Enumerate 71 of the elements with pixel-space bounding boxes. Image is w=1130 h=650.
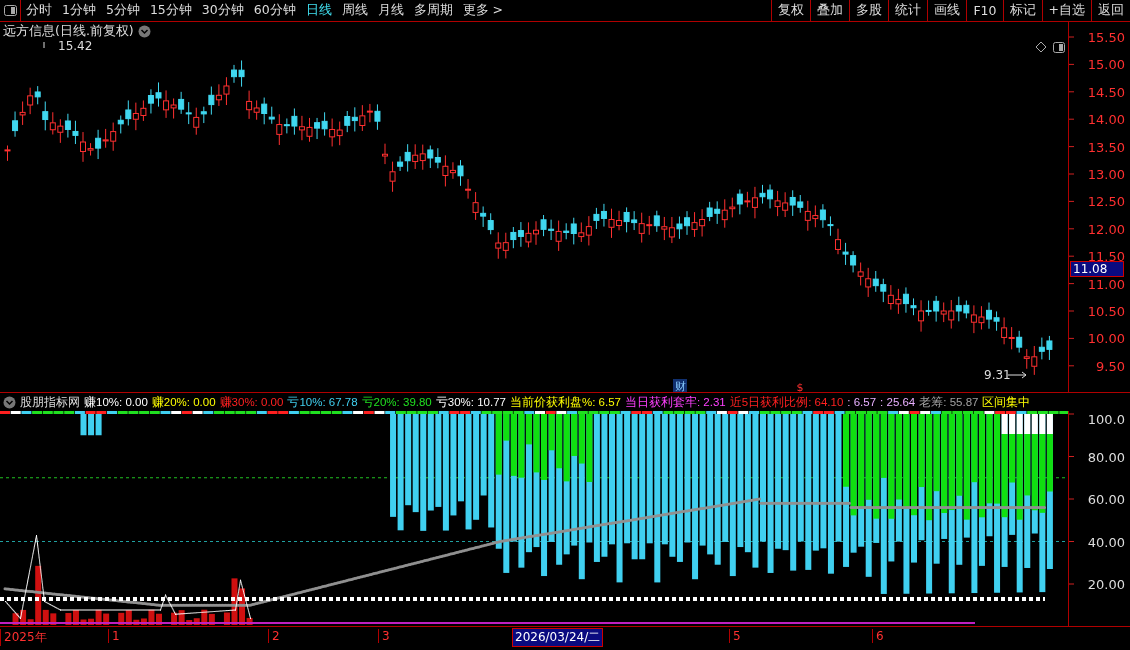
axis-label: 15.00	[1087, 57, 1125, 73]
price-tag: 11.08	[1070, 261, 1124, 277]
indicator-name: 股朋指标网	[20, 394, 80, 410]
toolbar-button[interactable]: 标记	[1002, 0, 1042, 21]
axis-label: 14.00	[1087, 112, 1125, 128]
axis-label: 15.50	[1087, 30, 1125, 45]
toolbar-button[interactable]: F10	[966, 0, 1003, 21]
axis-label: 80.00	[1087, 449, 1125, 465]
indicator-reading: 当日获利套牢: 2.31	[624, 394, 726, 410]
indicator-reading: 亏20%: 39.80	[361, 394, 432, 410]
indicator-reading: : 6.57	[847, 396, 877, 408]
period-tab[interactable]: 周线	[336, 0, 373, 21]
axis-label: 40.00	[1087, 534, 1125, 550]
indicator-reading: 亏10%: 67.78	[287, 394, 358, 410]
axis-label: 9.50	[1096, 358, 1125, 374]
toolbar-button[interactable]: 多股	[849, 0, 889, 21]
date-label: 2025年	[0, 629, 47, 646]
event-marker[interactable]: $	[796, 381, 804, 392]
period-tab[interactable]: 1分钟	[57, 0, 101, 21]
axis-label: 11.00	[1087, 276, 1125, 292]
period-tab[interactable]: 60分钟	[248, 0, 301, 21]
date-label: 6	[872, 629, 884, 643]
indicator-reading: 老筹: 55.87	[919, 394, 979, 410]
axis-label: 100.0	[1087, 412, 1125, 427]
marker-background	[673, 379, 687, 392]
panel-icon[interactable]	[3, 5, 17, 16]
period-tab[interactable]: 30分钟	[196, 0, 249, 21]
cursor-date-label: 2026/03/24/二	[512, 628, 604, 647]
panel-icon[interactable]	[1053, 42, 1065, 53]
low-price-label: 9.31	[984, 368, 1011, 382]
period-tab[interactable]: 更多 >	[457, 0, 509, 21]
date-label: 5	[729, 629, 741, 643]
period-tab[interactable]: 日线	[300, 0, 337, 21]
indicator-reading: 近5日获利比例: 64.10	[729, 394, 844, 410]
period-tab[interactable]: 15分钟	[144, 0, 197, 21]
axis-label: 10.00	[1087, 331, 1125, 347]
indicator-reading: 当前价获利盘%: 6.57	[509, 394, 621, 410]
toolbar-button[interactable]: 画线	[927, 0, 967, 21]
axis-label: 13.50	[1087, 139, 1125, 155]
axis-label: 12.50	[1087, 194, 1125, 210]
finance-marker[interactable]: 财	[674, 380, 686, 392]
chevron-down-icon[interactable]	[3, 395, 16, 409]
toolbar-button[interactable]: 返回	[1091, 0, 1130, 21]
chevron-down-icon[interactable]	[137, 25, 151, 38]
indicator-reading: 赚30%: 0.00	[219, 394, 284, 410]
toolbar-button[interactable]: +自选	[1041, 0, 1091, 21]
period-tab[interactable]: 月线	[372, 0, 409, 21]
date-label: 3	[378, 629, 390, 643]
date-label: 1	[108, 629, 120, 643]
period-tab[interactable]: 多周期	[408, 0, 458, 21]
period-tab[interactable]: 分时	[21, 0, 57, 21]
axis-label: 60.00	[1087, 492, 1125, 507]
axis-label: 13.00	[1087, 167, 1125, 182]
axis-label: 14.50	[1087, 84, 1125, 100]
toolbar-button[interactable]: 叠加	[810, 0, 850, 21]
axis-label: 20.00	[1087, 577, 1125, 592]
toolbar-button[interactable]: 复权	[771, 0, 811, 21]
indicator-reading: 区间集中	[982, 394, 1031, 410]
axis-label: 12.00	[1087, 221, 1125, 237]
toolbar-button[interactable]: 统计	[888, 0, 928, 21]
indicator-reading: 赚20%: 0.00	[151, 394, 216, 410]
high-marker	[43, 41, 45, 49]
axis-label: 10.50	[1087, 304, 1125, 319]
period-tab[interactable]: 5分钟	[100, 0, 145, 21]
indicator-reading: 赚10%: 0.00	[84, 394, 148, 410]
chart-title: 远方信息(日线.前复权)	[3, 23, 134, 40]
indicator-reading: 亏30%: 10.77	[435, 394, 506, 410]
high-price-label: 15.42	[58, 39, 93, 53]
diamond-icon[interactable]	[1035, 41, 1047, 53]
date-label: 2	[268, 629, 280, 643]
indicator-reading: : 25.64	[880, 396, 916, 408]
